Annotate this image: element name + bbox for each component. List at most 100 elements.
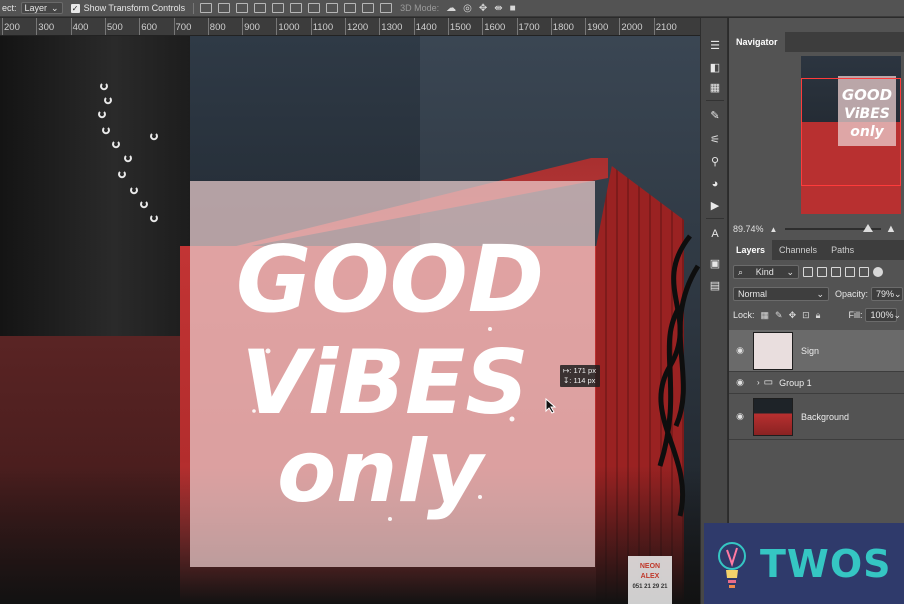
ruler-tick-mark: [104, 18, 106, 35]
sign-line-2: ViBES: [241, 331, 528, 434]
filter-kind-select[interactable]: ⌕ Kind ⌄: [733, 265, 799, 279]
layer-row-background[interactable]: ◉ Background: [729, 394, 904, 440]
libraries-icon[interactable]: ▦: [708, 82, 722, 94]
filter-smart-object-icon[interactable]: [859, 267, 869, 277]
zoom-out-icon[interactable]: ▲: [770, 225, 778, 234]
auto-align-icon[interactable]: [362, 3, 375, 13]
align-center-icon[interactable]: [272, 3, 285, 13]
ruler-tick-label: 800: [209, 22, 226, 33]
filter-kind-value: Kind: [755, 267, 774, 277]
right-panels: Navigator GOOD ViBES only 89.74% ▲ ▲ Lay…: [729, 18, 904, 604]
clone-source-icon[interactable]: ⚲: [708, 156, 722, 168]
toolstrip-divider: [706, 218, 724, 219]
filter-toggle-icon[interactable]: [873, 267, 883, 277]
filter-pixel-icon[interactable]: [803, 267, 813, 277]
lock-all-icon[interactable]: 🔒︎: [816, 310, 821, 321]
ruler-tick-label: 1300: [381, 22, 403, 33]
zoom-slider[interactable]: [785, 224, 882, 232]
auto-select-dropdown[interactable]: Layer ⌄: [20, 2, 63, 14]
brush-icon[interactable]: ✎: [708, 110, 722, 122]
align-bottom-icon[interactable]: [236, 3, 249, 13]
ruler-tick-label: 1200: [347, 22, 369, 33]
horizontal-ruler[interactable]: 200 300 400 500 600 700 800 900 1000 1100 1200 1300…: [0, 18, 700, 36]
zoom-slider-knob[interactable]: [863, 224, 874, 232]
tab-paths[interactable]: Paths: [824, 240, 861, 260]
layer-row-sign[interactable]: ◉ Sign: [729, 330, 904, 372]
play-action-icon[interactable]: ▶: [708, 200, 722, 212]
eye-icon[interactable]: ◉: [729, 411, 751, 422]
lock-pixels-icon[interactable]: ✎: [775, 310, 783, 321]
lock-artboard-icon[interactable]: ⊡: [802, 310, 810, 321]
ruler-tick-label: 1100: [312, 22, 334, 33]
measure-height: ↧: 114 px: [563, 376, 596, 385]
navigator-thumbnail[interactable]: GOOD ViBES only: [801, 56, 901, 214]
tab-channels[interactable]: Channels: [772, 240, 824, 260]
ruler-tick-label: 1700: [518, 22, 540, 33]
swatches-icon[interactable]: ◕: [708, 178, 722, 190]
mouse-pointer-icon: [545, 398, 557, 414]
ruler-tick-mark: [447, 18, 449, 35]
align-left-icon[interactable]: [254, 3, 267, 13]
align-top-icon[interactable]: [200, 3, 213, 13]
tab-layers[interactable]: Layers: [729, 240, 773, 260]
align-right-icon[interactable]: [290, 3, 303, 13]
transform-measure-tooltip: ↦: 171 px ↧: 114 px: [560, 365, 600, 387]
character-icon[interactable]: A: [708, 228, 722, 240]
navigator-view-frame[interactable]: [801, 78, 901, 186]
orbit-3d-icon[interactable]: ☁: [446, 3, 456, 14]
eye-icon[interactable]: ◉: [729, 377, 751, 388]
opacity-input[interactable]: 79% ⌄: [871, 287, 904, 301]
box-label-line-2: ALEX: [640, 573, 660, 580]
align-middle-icon[interactable]: [218, 3, 231, 13]
layer-name: Sign: [801, 345, 820, 356]
fill-label: Fill:: [848, 310, 863, 320]
photoshop-window: ect: Layer ⌄ ✓ Show Transform Controls 3…: [0, 0, 904, 604]
chevron-right-icon[interactable]: ›: [757, 378, 760, 387]
lock-position-icon[interactable]: ✥: [789, 310, 797, 321]
distribute-horizontal-icon[interactable]: [326, 3, 339, 13]
drag-3d-icon[interactable]: ✥: [479, 3, 487, 14]
ruler-tick-label: 1400: [415, 22, 437, 33]
adjustments-icon[interactable]: ◧: [708, 62, 722, 74]
ruler-tick-label: 1800: [552, 22, 574, 33]
lock-transparency-icon[interactable]: ▦: [761, 310, 770, 321]
slide-3d-icon[interactable]: ⇼: [494, 3, 502, 14]
ruler-tick-mark: [619, 18, 621, 35]
ruler-tick-label: 1500: [449, 22, 472, 33]
lock-row: Lock: ▦ ✎ ✥ ⊡ 🔒︎ Fill: 100% ⌄: [729, 308, 904, 322]
fill-value: 100%: [870, 310, 894, 320]
blend-mode-select[interactable]: Normal ⌄: [733, 287, 829, 301]
roll-3d-icon[interactable]: ◎: [463, 3, 472, 14]
ruler-tick-mark: [173, 18, 175, 35]
toolstrip-divider: [706, 100, 724, 101]
ruler-tick-label: 500: [106, 22, 123, 33]
notes-icon[interactable]: ▤: [708, 280, 722, 292]
filter-adjustment-icon[interactable]: [817, 267, 827, 277]
options-divider: [193, 2, 195, 14]
document-canvas[interactable]: GOOD ViBES only ↦: 171 px ↧: 114 px NEON…: [0, 36, 700, 604]
fill-input[interactable]: 100% ⌄: [865, 308, 901, 322]
filter-shape-icon[interactable]: [845, 267, 855, 277]
distribute-icon[interactable]: [308, 3, 321, 13]
transform-controls-checkbox[interactable]: ✓: [70, 3, 80, 13]
twos-watermark: TWOS: [704, 523, 904, 604]
tab-navigator[interactable]: Navigator: [729, 32, 785, 52]
properties-icon[interactable]: ☰: [708, 40, 722, 52]
filter-type-icon[interactable]: [831, 267, 841, 277]
ruler-tick-mark: [482, 18, 484, 35]
distribute-vertical-icon[interactable]: [344, 3, 357, 13]
more-align-icon[interactable]: [380, 3, 393, 13]
ruler-tick-label: 400: [72, 22, 89, 33]
layer-comps-icon[interactable]: ▣: [708, 258, 722, 270]
layer-name: Background: [801, 411, 850, 422]
layer-row-group[interactable]: ◉ › ▭ Group 1: [729, 372, 904, 394]
sign-line-1: GOOD: [236, 226, 544, 333]
zoom-value[interactable]: 89.74%: [733, 224, 764, 234]
navigator-tabs: Navigator: [729, 32, 904, 52]
chevron-down-icon: ⌄: [51, 3, 59, 13]
camera-3d-icon[interactable]: ■: [510, 3, 516, 14]
eye-icon[interactable]: ◉: [729, 345, 751, 356]
zoom-in-icon[interactable]: ▲: [885, 223, 896, 235]
layer-name: Group 1: [779, 377, 812, 388]
brush-settings-icon[interactable]: ⚟: [708, 134, 722, 146]
